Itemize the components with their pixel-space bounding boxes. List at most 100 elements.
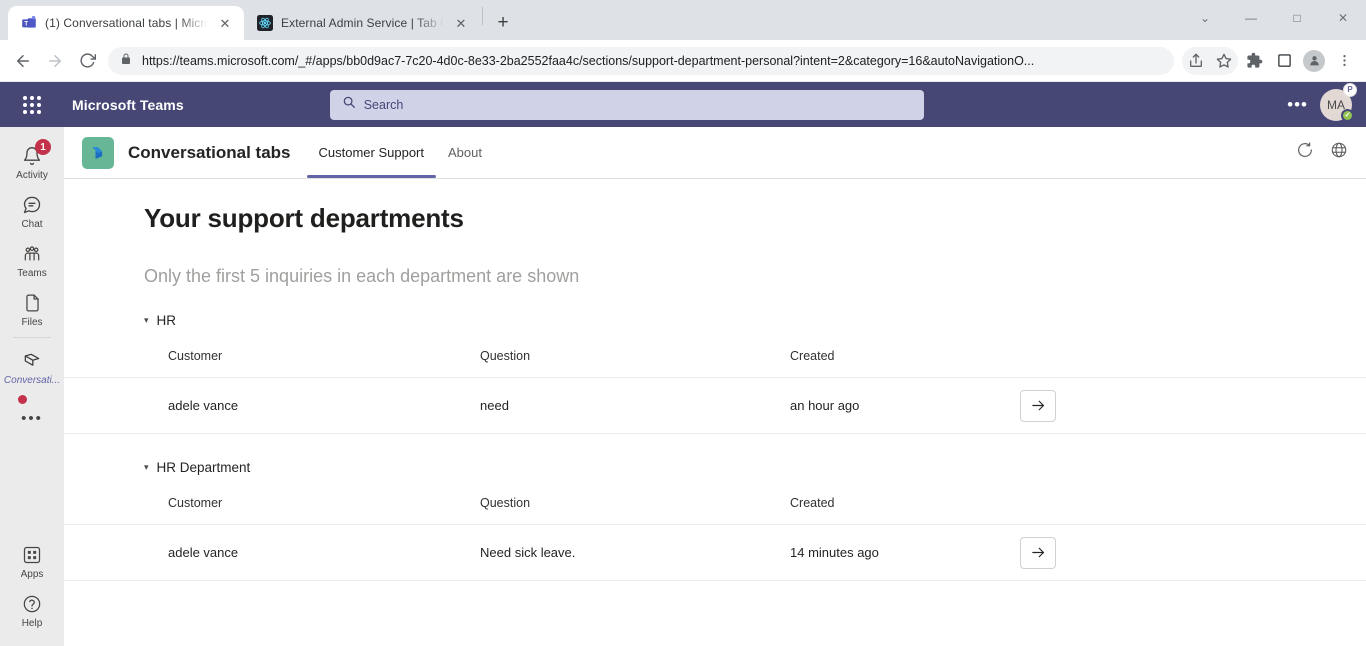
bell-icon: 1 (22, 139, 51, 167)
teams-app-rail: 1 Activity Chat Teams Files Conversati..… (0, 127, 64, 646)
teams-top-bar: Microsoft Teams Search ••• MA ✓ P (0, 82, 1366, 127)
cell-customer: adele vance (168, 398, 239, 413)
tab-about-label: About (448, 145, 482, 160)
teams-user-avatar[interactable]: MA ✓ P (1320, 82, 1357, 122)
department-section-hr: ▾ HR Customer Question Created adele van… (64, 313, 1366, 434)
address-bar[interactable]: https://teams.microsoft.com/_#/apps/bb0d… (108, 46, 1174, 75)
open-inquiry-button[interactable] (1020, 389, 1056, 422)
table-header-row: Customer Question Created (64, 481, 1366, 525)
teams-body: 1 Activity Chat Teams Files Conversati..… (0, 127, 1366, 646)
tab-separator (482, 7, 483, 25)
teams-favicon: T (20, 15, 37, 32)
inquiries-table-hr-department: Customer Question Created adele vance Ne… (64, 481, 1366, 581)
table-row[interactable]: adele vance need an hour ago (64, 378, 1366, 434)
cell-created: 14 minutes ago (790, 545, 879, 560)
browser-tab-2[interactable]: External Admin Service | Tab Configurati… (244, 6, 480, 40)
app-tab-bar: Customer Support About (306, 127, 494, 178)
browser-toolbar: https://teams.microsoft.com/_#/apps/bb0d… (0, 40, 1366, 82)
column-header-customer: Customer (168, 495, 223, 510)
globe-icon[interactable] (1330, 141, 1348, 164)
tab-search-button[interactable]: ⌄ (1182, 2, 1228, 34)
sidebar-item-apps[interactable]: Apps (0, 536, 64, 585)
close-window-button[interactable]: ✕ (1320, 2, 1366, 34)
app-header-actions (1296, 141, 1348, 164)
browser-tab-1[interactable]: T (1) Conversational tabs | Microsoft Te… (8, 6, 244, 40)
sidebar-item-chat-label: Chat (21, 219, 43, 230)
sidebar-item-files[interactable]: Files (0, 284, 64, 333)
lock-icon (120, 52, 132, 70)
app-launcher-waffle-icon[interactable] (10, 95, 54, 114)
browser-toolbar-icons (1182, 46, 1358, 75)
extensions-puzzle-icon[interactable] (1240, 47, 1268, 75)
share-bookmark-pill (1182, 46, 1238, 75)
apps-grid-icon (22, 544, 42, 566)
search-icon (342, 95, 356, 114)
file-icon (23, 292, 42, 314)
arrow-right-icon (1031, 547, 1044, 558)
chevron-down-icon[interactable]: ▾ (144, 463, 149, 472)
search-input[interactable]: Search (329, 89, 924, 120)
app-header: Conversational tabs Customer Support Abo… (64, 127, 1366, 179)
teams-settings-more-icon[interactable]: ••• (1287, 96, 1308, 113)
department-section-hr-department-header[interactable]: ▾ HR Department (64, 460, 1366, 475)
open-inquiry-button[interactable] (1020, 536, 1056, 569)
arrow-right-icon (1031, 400, 1044, 411)
premium-badge: P (1343, 82, 1357, 97)
column-header-created: Created (790, 495, 835, 510)
column-header-created: Created (790, 348, 835, 363)
browser-tab-1-close-icon[interactable]: ✕ (216, 14, 234, 32)
cell-customer: adele vance (168, 545, 239, 560)
cell-action (1020, 389, 1056, 422)
browser-tab-1-title: (1) Conversational tabs | Microsoft Team… (45, 16, 208, 30)
activity-badge: 1 (35, 139, 51, 155)
sidebar-item-activity-label: Activity (16, 170, 48, 181)
bookmark-star-icon[interactable] (1210, 47, 1238, 75)
table-row[interactable]: adele vance Need sick leave. 14 minutes … (64, 525, 1366, 581)
cell-action (1020, 536, 1056, 569)
tab-about[interactable]: About (436, 127, 494, 178)
app-content: Conversational tabs Customer Support Abo… (64, 127, 1366, 646)
sidebar-item-teams[interactable]: Teams (0, 235, 64, 284)
browser-window: T (1) Conversational tabs | Microsoft Te… (0, 0, 1366, 646)
conversational-tabs-icon (22, 350, 42, 372)
sidebar-item-activity[interactable]: 1 Activity (0, 137, 64, 186)
profile-avatar-icon[interactable] (1300, 47, 1328, 75)
department-section-hr-header[interactable]: ▾ HR (64, 313, 1366, 328)
teams-people-icon (21, 243, 43, 265)
reload-button[interactable] (72, 46, 102, 76)
support-departments-page: Your support departments Only the first … (64, 179, 1366, 646)
support-departments-subtitle: Only the first 5 inquiries in each depar… (144, 266, 580, 286)
forward-button[interactable] (40, 46, 70, 76)
more-apps-button[interactable]: ••• (21, 404, 43, 427)
microsoft-teams-app: Microsoft Teams Search ••• MA ✓ P 1 Acti… (0, 82, 1366, 646)
browser-tab-2-close-icon[interactable]: ✕ (452, 14, 470, 32)
column-header-customer: Customer (168, 348, 223, 363)
back-button[interactable] (8, 46, 38, 76)
table-header-row: Customer Question Created (64, 334, 1366, 378)
chrome-menu-icon[interactable] (1330, 47, 1358, 75)
page-title: Conversational tabs (128, 142, 291, 162)
browser-tab-strip: T (1) Conversational tabs | Microsoft Te… (0, 0, 1366, 40)
new-tab-button[interactable]: + (489, 9, 517, 37)
browser-essentials-icon[interactable] (1270, 47, 1298, 75)
react-favicon (256, 15, 273, 32)
sidebar-item-conversational-tabs[interactable]: Conversati... (0, 342, 64, 391)
tab-customer-support[interactable]: Customer Support (306, 127, 437, 178)
refresh-icon[interactable] (1296, 141, 1314, 164)
teams-top-bar-right: ••• MA ✓ P (1287, 82, 1366, 122)
svg-text:T: T (24, 21, 28, 28)
minimize-button[interactable]: — (1228, 2, 1274, 34)
cell-created: an hour ago (790, 398, 860, 413)
column-header-question: Question (480, 495, 531, 510)
cell-question: need (480, 398, 509, 413)
conversational-tabs-app-icon (82, 136, 114, 169)
chevron-down-icon[interactable]: ▾ (144, 316, 149, 325)
sidebar-item-files-label: Files (21, 317, 43, 328)
inquiries-table-hr: Customer Question Created adele vance ne… (64, 334, 1366, 434)
sidebar-item-help[interactable]: Help (0, 585, 64, 634)
department-section-hr-department-title: HR Department (156, 460, 251, 475)
maximize-button[interactable]: □ (1274, 2, 1320, 34)
window-controls: ⌄ — □ ✕ (1182, 0, 1366, 36)
sidebar-item-chat[interactable]: Chat (0, 186, 64, 235)
share-icon[interactable] (1182, 47, 1210, 75)
